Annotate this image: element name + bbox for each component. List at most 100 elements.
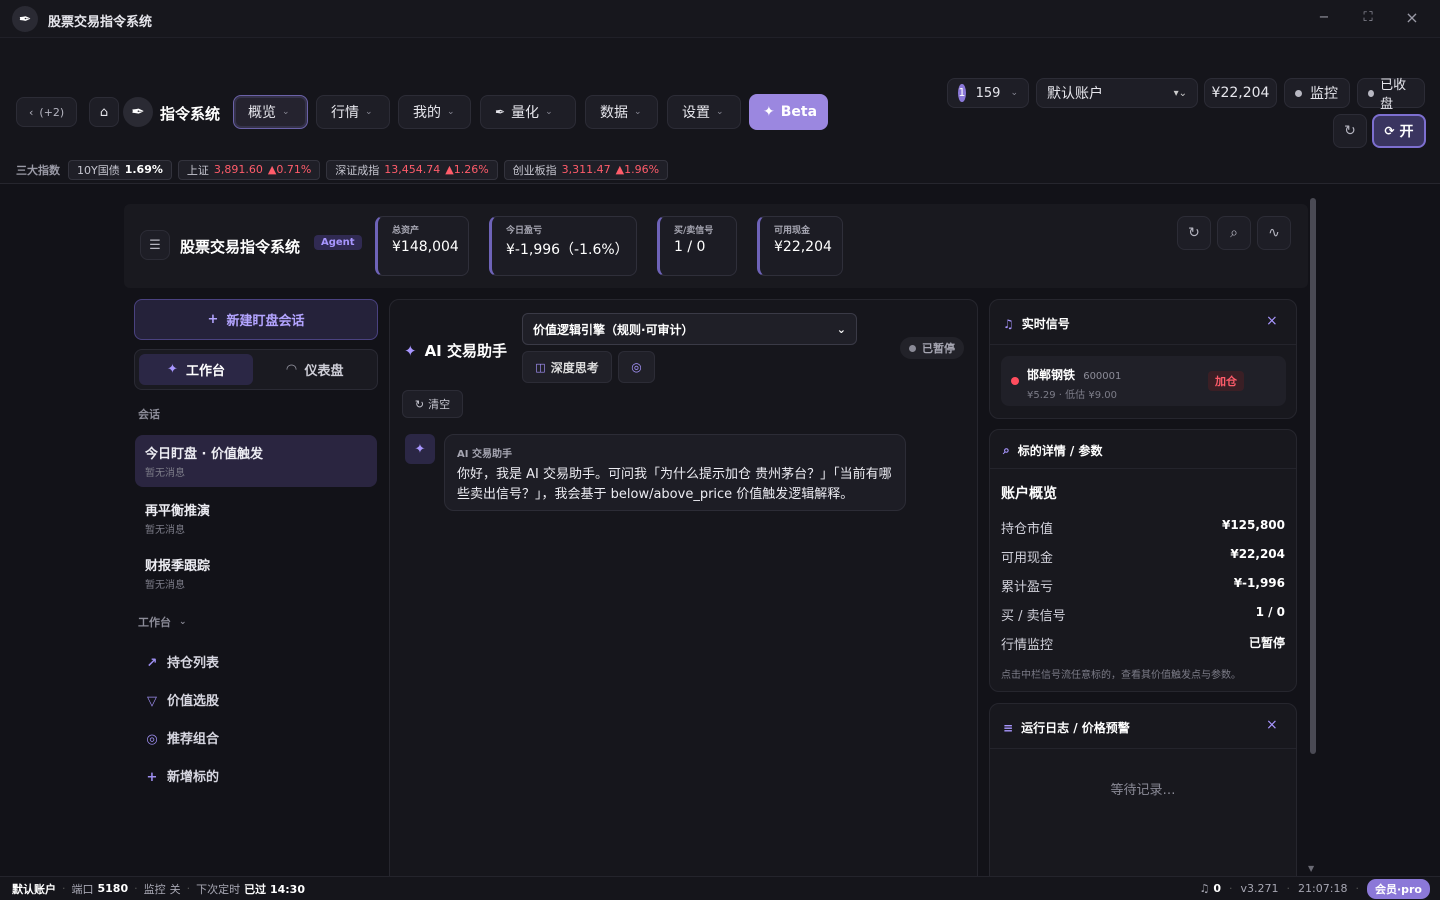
detail-title: ⌕ 标的详情 / 参数 — [1003, 443, 1103, 458]
chevron-down-icon: ⌄ — [179, 617, 187, 627]
filter-icon: ▽ — [147, 694, 157, 709]
ticker-item[interactable]: 深证成指 13,454.74 ▲1.26% — [326, 159, 498, 180]
sync-icon: ⟳ — [1384, 124, 1395, 138]
nav-mine[interactable]: 我的 ⌄ — [398, 95, 471, 129]
search-icon[interactable]: ⌕ — [1217, 216, 1251, 250]
session-item[interactable]: 财报季跟踪 暂无消息 — [135, 547, 377, 599]
ticker-item[interactable]: 创业板指 3,311.47 ▲1.96% — [503, 159, 669, 180]
quill-icon: ✒ — [495, 105, 506, 119]
dashboard-title: 股票交易指令系统 — [180, 238, 301, 256]
home-icon[interactable]: ⌂ — [89, 97, 119, 127]
refresh-icon[interactable]: ↻ — [1333, 114, 1367, 148]
paused-badge: 已暂停 — [900, 337, 964, 359]
member-badge[interactable]: 会员·pro — [1366, 878, 1430, 899]
status-dot-icon — [909, 344, 916, 352]
scroll-down-icon[interactable]: ▼ — [1308, 864, 1314, 873]
workbench-value-pick[interactable]: ▽ 价值选股 — [145, 690, 219, 709]
sparkle-icon: ✦ — [763, 104, 775, 120]
nav-overview[interactable]: 概览 ⌄ — [233, 95, 308, 129]
chat-panel — [389, 299, 978, 889]
session-item[interactable]: 再平衡推演 暂无消息 — [135, 492, 377, 544]
brain-icon: ◫ — [535, 360, 546, 374]
chevron-down-icon: ⌄ — [365, 107, 373, 117]
status-dot-icon — [1295, 89, 1302, 97]
new-session-button[interactable]: + 新建盯盘会话 — [134, 299, 378, 340]
divider — [990, 344, 1296, 345]
chevron-down-icon: ▾⌄ — [1173, 87, 1187, 99]
nav-settings[interactable]: 设置 ⌄ — [667, 95, 741, 129]
pulse-icon[interactable]: ∿ — [1257, 216, 1291, 250]
chevron-left-icon: ‹ — [29, 105, 34, 119]
log-panel: ≡ 运行日志 / 价格预警 × 等待记录… — [989, 703, 1297, 893]
bell-icon: ♫ — [1003, 316, 1014, 331]
detail-heading: 账户概览 — [1001, 486, 1057, 502]
brand-name: 指令系统 — [160, 105, 221, 123]
assistant-message: AI 交易助手 你好，我是 AI 交易助手。可问我「为什么提示加仓 贵州茅台？」… — [444, 434, 906, 511]
monitor-toggle[interactable]: 监控 — [1284, 78, 1350, 108]
stat-available-cash: 可用现金 ¥22,204 — [757, 216, 843, 276]
ticker-item[interactable]: 10Y国债 1.69% — [68, 159, 172, 180]
close-icon[interactable]: × — [1402, 8, 1422, 27]
close-icon[interactable]: × — [1266, 313, 1278, 329]
count-badge: 1 — [958, 84, 966, 102]
stat-total-assets: 总资产 ¥148,004 — [375, 216, 469, 276]
workbench-portfolio[interactable]: ◎ 推荐组合 — [145, 728, 219, 747]
signal-dot-icon — [1011, 377, 1019, 385]
nav-quant[interactable]: ✒ 量化 ⌄ — [480, 95, 576, 129]
session-item[interactable]: 今日盯盘 · 价值触发 暂无消息 — [135, 435, 377, 487]
notification-selector[interactable]: 1 159 ⌄ — [947, 78, 1029, 108]
detail-row: 买 / 卖信号 1 / 0 — [1001, 605, 1285, 624]
workbench-add-symbol[interactable]: + 新增标的 — [145, 766, 219, 785]
deep-think-button[interactable]: ◫ 深度思考 — [522, 351, 612, 383]
tab-workbench[interactable]: ✦ 工作台 — [139, 354, 253, 385]
chevron-down-icon: ⌄ — [836, 322, 846, 336]
engine-select[interactable]: 价值逻辑引擎（规则·可审计） ⌄ — [522, 313, 857, 345]
minimize-icon[interactable]: − — [1314, 10, 1334, 28]
chevron-down-icon: ⌄ — [282, 107, 290, 117]
ticker-item[interactable]: 上证 3,891.60 ▲0.71% — [177, 159, 321, 180]
clear-button[interactable]: ↻ 清空 — [402, 390, 463, 418]
chevron-down-icon: ⌄ — [1010, 88, 1018, 98]
stat-signals: 买/卖信号 1 / 0 — [657, 216, 737, 276]
sidebar-tabs: ✦ 工作台 ◠ 仪表盘 — [134, 349, 378, 390]
bell-icon[interactable]: ♫ — [1200, 882, 1210, 895]
account-select[interactable]: 默认账户 ▾⌄ — [1036, 78, 1198, 108]
detail-row: 行情监控 已暂停 — [1001, 636, 1285, 653]
workbench-holdings[interactable]: ↗ 持仓列表 — [145, 652, 219, 671]
list-icon: ≡ — [1003, 720, 1014, 735]
action-badge: 加仓 — [1208, 371, 1244, 391]
brand-logo-icon: ✒ — [123, 97, 153, 127]
trend-up-icon: ↗ — [146, 656, 158, 671]
signals-panel: ♫ 实时信号 × 邯郸钢铁 600001 ¥5.29 · 低估 ¥9.00 加仓 — [989, 299, 1297, 419]
signal-card[interactable]: 邯郸钢铁 600001 ¥5.29 · 低估 ¥9.00 加仓 — [1001, 356, 1286, 406]
beta-button[interactable]: ✦ Beta — [749, 94, 828, 130]
detail-row: 可用现金 ¥22,204 — [1001, 547, 1285, 566]
title-bar: ✒ 股票交易指令系统 − ⛶ × — [0, 0, 1440, 38]
chevron-down-icon: ⌄ — [447, 107, 455, 117]
back-button[interactable]: ‹ (+2) — [16, 97, 78, 127]
window-title: 股票交易指令系统 — [48, 15, 153, 30]
maximize-icon[interactable]: ⛶ — [1358, 10, 1378, 28]
target-icon[interactable]: ◎ — [618, 351, 655, 383]
refresh-icon[interactable]: ↻ — [1177, 216, 1211, 250]
plus-icon: + — [146, 770, 158, 785]
nav-data[interactable]: 数据 ⌄ — [585, 95, 658, 129]
section-sessions: 会话 — [138, 408, 160, 421]
stat-today-pnl: 今日盈亏 ¥-1,996（-1.6%） — [489, 216, 637, 276]
detail-row: 累计盈亏 ¥-1,996 — [1001, 576, 1285, 595]
dashboard-header: ☰ 股票交易指令系统 Agent 总资产 ¥148,004 今日盈亏 ¥-1,9… — [124, 204, 1308, 288]
target-icon: ◎ — [146, 732, 158, 747]
detail-row: 持仓市值 ¥125,800 — [1001, 518, 1285, 537]
tab-dashboard[interactable]: ◠ 仪表盘 — [257, 354, 373, 385]
log-title: ≡ 运行日志 / 价格预警 — [1003, 720, 1130, 736]
section-workbench[interactable]: 工作台 ⌄ — [138, 614, 187, 630]
close-icon[interactable]: × — [1266, 717, 1278, 733]
nav-market[interactable]: 行情 ⌄ — [316, 95, 390, 129]
log-empty: 等待记录… — [1110, 783, 1176, 798]
auto-toggle-button[interactable]: ⟳ 开 — [1372, 114, 1426, 148]
sparkle-icon: ✦ — [167, 362, 178, 377]
signals-title: ♫ 实时信号 — [1003, 316, 1070, 332]
scrollbar-thumb[interactable] — [1310, 198, 1316, 754]
menu-icon[interactable]: ☰ — [140, 230, 170, 260]
detail-hint: 点击中栏信号流任意标的，查看其价值触发点与参数。 — [1001, 670, 1241, 681]
